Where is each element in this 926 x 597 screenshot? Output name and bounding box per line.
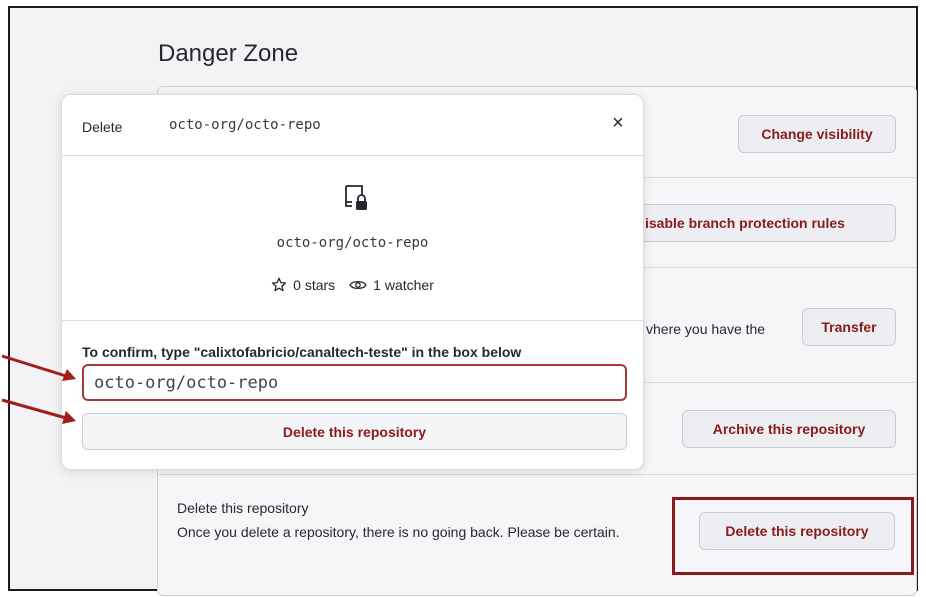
dialog-repo-name: octo-org/octo-repo <box>276 235 429 251</box>
transfer-description: vhere you have the <box>646 321 766 337</box>
annotation-arrow-icon <box>1 398 76 424</box>
eye-icon <box>349 280 367 290</box>
dialog-delete-button[interactable]: Delete this repository <box>82 413 627 450</box>
row-divider <box>158 474 916 475</box>
dialog-header: Delete octo-org/octo-repo × <box>62 95 643 156</box>
disable-branch-protection-button[interactable]: isable branch protection rules <box>632 204 896 242</box>
delete-section-title: Delete this repository <box>177 500 309 516</box>
star-icon <box>271 277 287 292</box>
stars-count: 0 stars <box>293 277 336 293</box>
archive-repository-button[interactable]: Archive this repository <box>682 410 896 448</box>
dialog-divider <box>62 320 643 321</box>
dialog-header-repo: octo-org/octo-repo <box>169 117 321 133</box>
confirm-repo-input[interactable] <box>82 364 627 401</box>
repo-stats: 0 stars 1 watcher <box>62 277 643 293</box>
transfer-button[interactable]: Transfer <box>802 308 896 346</box>
repo-locked-icon <box>345 185 367 210</box>
annotation-highlight-box <box>672 497 914 575</box>
change-visibility-button[interactable]: Change visibility <box>738 115 896 153</box>
delete-repository-dialog: Delete octo-org/octo-repo × octo-org/oct… <box>61 94 644 470</box>
watchers-count: 1 watcher <box>373 277 434 293</box>
dialog-header-label: Delete <box>82 119 123 135</box>
confirm-instruction: To confirm, type "calixtofabricio/canalt… <box>82 344 522 360</box>
close-icon[interactable]: × <box>606 111 630 135</box>
delete-section-description: Once you delete a repository, there is n… <box>177 524 620 540</box>
annotation-arrow-icon <box>1 354 76 381</box>
page-title: Danger Zone <box>158 40 299 67</box>
